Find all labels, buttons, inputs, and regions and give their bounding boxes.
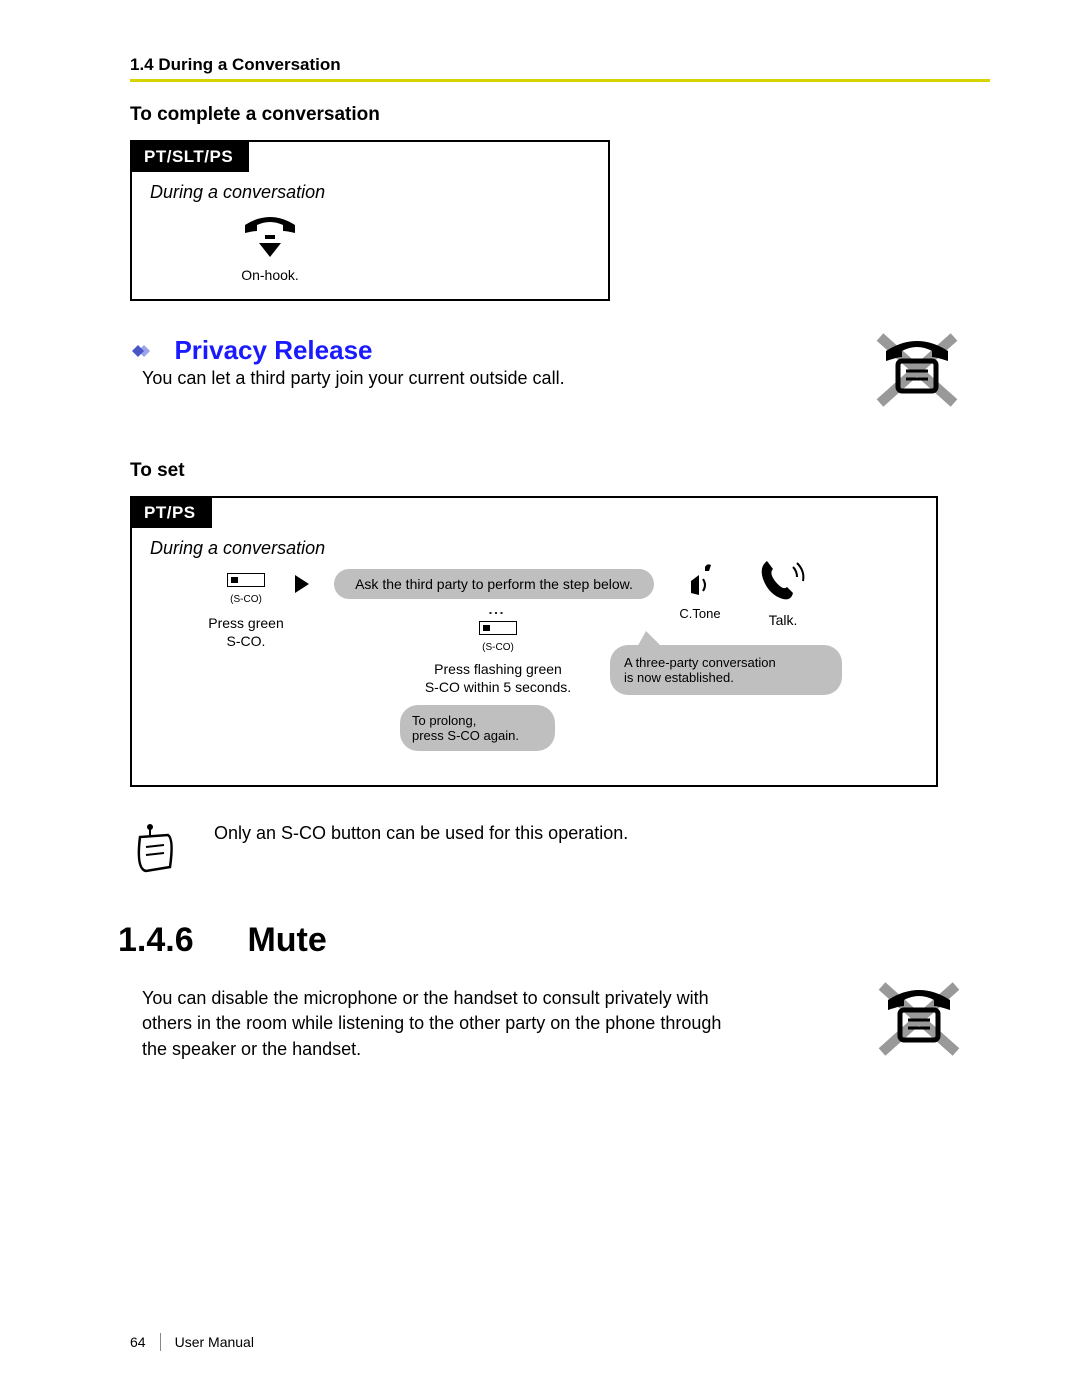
subheading-complete-conversation: To complete a conversation (130, 104, 990, 126)
note-row: Only an S-CO button can be used for this… (132, 821, 990, 875)
sco-small-label: (S-CO) (186, 594, 306, 605)
section-privacy-release: Privacy Release You can let a third part… (130, 335, 990, 390)
procedure-box-complete: PT/SLT/PS During a conversation On-hook. (130, 140, 610, 301)
procedure-context: During a conversation (150, 182, 590, 203)
diamond-bullet-icon (130, 341, 158, 366)
ctone-label: C.Tone (660, 606, 740, 621)
chapter-number: 1.4.6 (118, 921, 238, 960)
bubble-established: A three-party conversation is now establ… (610, 645, 842, 695)
procedure-box-to-set: PT/PS During a conversation (S-CO) Press… (130, 496, 938, 787)
sco-button-icon (227, 573, 265, 587)
confirmation-tone-icon (683, 561, 717, 597)
page-number: 64 (130, 1334, 146, 1350)
subheading-to-set: To set (130, 460, 990, 482)
talk-label: Talk. (738, 612, 828, 628)
talk-handset-icon (757, 557, 809, 601)
arrow-right-icon (295, 575, 309, 593)
flow-step-2: (S-CO) Press flashing green S-CO within … (398, 621, 598, 696)
phone-crossed-icon (876, 980, 962, 1063)
phone-type-tab: PT/PS (132, 498, 212, 528)
onhook-label: On-hook. (210, 267, 330, 283)
step1-text: Press green S-CO. (186, 615, 306, 650)
bubble-prolong: To prolong, press S-CO again. (400, 705, 555, 751)
bubble-ask-third-party: Ask the third party to perform the step … (334, 569, 654, 599)
notepad-icon (132, 821, 180, 875)
note-text: Only an S-CO button can be used for this… (214, 821, 628, 844)
mute-description: You can disable the microphone or the ha… (142, 986, 742, 1062)
section-title-privacy-release: Privacy Release (174, 335, 372, 365)
mute-section: You can disable the microphone or the ha… (130, 986, 990, 1062)
ctone-column: C.Tone (660, 561, 740, 621)
sco-small-label: (S-CO) (398, 642, 598, 653)
chapter-name: Mute (247, 921, 326, 959)
phone-type-tab: PT/SLT/PS (132, 142, 249, 172)
sco-button-icon (479, 621, 517, 635)
chapter-title-mute: 1.4.6 Mute (118, 921, 990, 960)
phone-crossed-icon (874, 331, 960, 414)
footer-divider (160, 1333, 161, 1351)
procedure-context: During a conversation (150, 538, 918, 559)
running-head: 1.4 During a Conversation (130, 55, 990, 75)
talk-column: Talk. (738, 557, 828, 628)
flow-step-1: (S-CO) Press green S-CO. (186, 573, 306, 650)
header-rule (130, 79, 990, 82)
page-footer: 64 User Manual (130, 1333, 254, 1351)
handset-onhook-icon (239, 213, 301, 259)
document-name: User Manual (175, 1334, 254, 1350)
step2-text: Press flashing green S-CO within 5 secon… (398, 661, 598, 696)
privacy-release-description: You can let a third party join your curr… (142, 366, 702, 390)
